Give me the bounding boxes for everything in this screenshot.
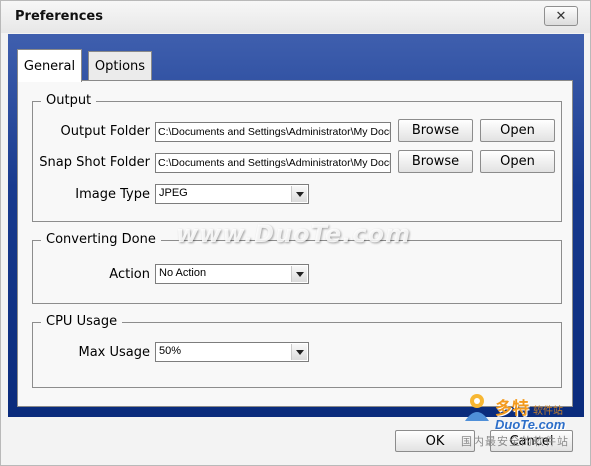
image-type-label: Image Type <box>75 187 150 202</box>
tab-general[interactable]: General <box>17 49 82 82</box>
logo-brand: 多特 <box>495 399 529 419</box>
duote-logo-icon <box>465 394 489 421</box>
image-type-select[interactable]: JPEG <box>155 184 309 204</box>
title-bar: Preferences ✕ <box>1 1 590 33</box>
action-label: Action <box>109 267 150 282</box>
max-usage-value: 50% <box>159 345 182 357</box>
max-usage-select[interactable]: 50% <box>155 342 309 362</box>
tab-options-label: Options <box>94 59 146 74</box>
converting-done-group-label: Converting Done <box>41 232 161 247</box>
close-button[interactable]: ✕ <box>544 6 578 26</box>
watermark-text: www.DuoTe.com <box>176 220 411 248</box>
image-type-value: JPEG <box>159 187 188 199</box>
snapshot-folder-label: Snap Shot Folder <box>39 155 150 170</box>
output-group-label: Output <box>41 93 97 108</box>
cpu-usage-group-label: CPU Usage <box>41 314 123 329</box>
window-title: Preferences <box>15 9 103 24</box>
logo-subtitle: 软件站 <box>533 406 563 417</box>
snapshot-open-button[interactable]: Open <box>480 150 555 173</box>
output-browse-button[interactable]: Browse <box>398 119 473 142</box>
action-select[interactable]: No Action <box>155 264 309 284</box>
snapshot-folder-field[interactable]: C:\Documents and Settings\Administrator\… <box>155 153 391 173</box>
snapshot-browse-button[interactable]: Browse <box>398 150 473 173</box>
output-open-button[interactable]: Open <box>480 119 555 142</box>
tab-general-label: General <box>23 58 76 74</box>
action-value: No Action <box>159 267 207 279</box>
output-folder-field[interactable]: C:\Documents and Settings\Administrator\… <box>155 122 391 142</box>
preferences-window: Preferences ✕ General Options Output Out… <box>0 0 591 466</box>
output-folder-label: Output Folder <box>60 124 150 139</box>
close-icon: ✕ <box>555 8 567 23</box>
tab-options[interactable]: Options <box>88 51 152 81</box>
chevron-down-icon[interactable] <box>291 266 307 282</box>
chevron-down-icon[interactable] <box>291 344 307 360</box>
logo-url: DuoTe.com <box>495 417 566 432</box>
chevron-down-icon[interactable] <box>291 186 307 202</box>
max-usage-label: Max Usage <box>78 345 150 360</box>
logo-slogan: 国内最安全的软件站 <box>461 436 569 448</box>
